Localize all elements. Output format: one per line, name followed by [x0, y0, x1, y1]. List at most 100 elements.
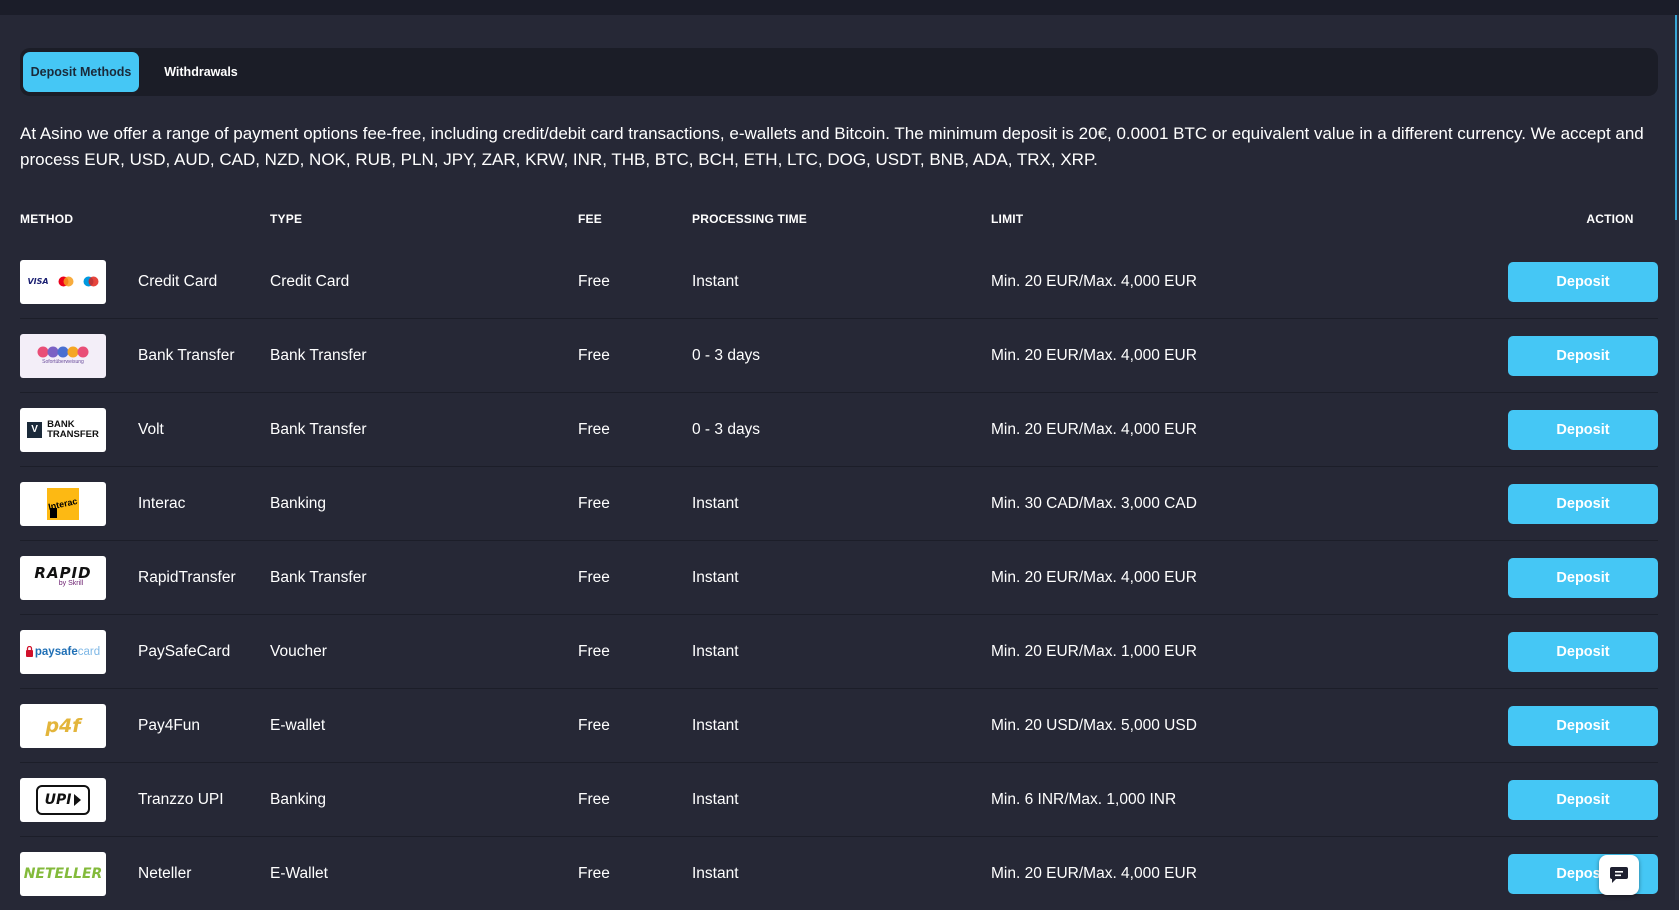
- method-fee: Free: [578, 568, 610, 586]
- volt-mark-icon: V: [27, 421, 43, 438]
- method-name: Credit Card: [138, 272, 218, 290]
- volt-text-line1: BANK: [47, 418, 75, 430]
- method-limit: Min. 6 INR/Max. 1,000 INR: [991, 790, 1177, 808]
- method-fee: Free: [578, 642, 610, 660]
- header-fee: FEE: [578, 212, 602, 226]
- header-limit: LIMIT: [991, 212, 1024, 226]
- deposit-button[interactable]: Deposit: [1508, 705, 1658, 746]
- paysafecard-logo: paysafe card: [20, 629, 106, 674]
- method-processing-time: Instant: [692, 568, 739, 586]
- table-row: VISA Credit Card Credit Card Free Instan…: [20, 245, 1658, 319]
- header-method: METHOD: [20, 212, 74, 226]
- method-name: Bank Transfer: [138, 346, 235, 364]
- upi-text: UPI: [44, 791, 72, 808]
- tab-bar: Deposit Methods Withdrawals: [20, 48, 1658, 96]
- intro-text: At Asino we offer a range of payment opt…: [20, 124, 1644, 169]
- table-row: paysafe card PaySafeCard Voucher Free Ins…: [20, 615, 1658, 689]
- sofort-badges-icon: [37, 346, 89, 358]
- method-limit: Min. 20 EUR/Max. 4,000 EUR: [991, 864, 1197, 882]
- method-name: Volt: [138, 420, 164, 438]
- table-row: p4f Pay4Fun E-wallet Free Instant Min. 2…: [20, 689, 1658, 763]
- deposit-button[interactable]: Deposit: [1508, 335, 1658, 376]
- method-name: PaySafeCard: [138, 642, 231, 660]
- maestro-icon: [83, 276, 99, 287]
- table-row: Sofortüberweisung Bank Transfer Bank Tra…: [20, 319, 1658, 393]
- volt-text-line2: TRANSFER: [47, 428, 99, 440]
- table-row: NETELLER Neteller E-Wallet Free Instant …: [20, 837, 1658, 910]
- method-limit: Min. 30 CAD/Max. 3,000 CAD: [991, 494, 1197, 512]
- paysafe-text: paysafe: [34, 645, 78, 658]
- method-processing-time: Instant: [692, 864, 739, 882]
- method-limit: Min. 20 EUR/Max. 4,000 EUR: [991, 346, 1197, 364]
- tab-deposit-methods[interactable]: Deposit Methods: [23, 52, 139, 92]
- scrollbar-thumb[interactable]: [1675, 15, 1677, 220]
- method-type: Bank Transfer: [270, 346, 367, 364]
- pay4fun-logo: p4f: [20, 703, 106, 748]
- header-action: ACTION: [1586, 212, 1634, 226]
- upi-logo: UPI: [20, 777, 106, 822]
- method-type: Bank Transfer: [270, 420, 367, 438]
- deposit-button[interactable]: Deposit: [1508, 483, 1658, 524]
- table-row: V BANK TRANSFER Volt Bank Transfer Free …: [20, 393, 1658, 467]
- visa-logo-text: VISA: [27, 277, 49, 286]
- deposit-button[interactable]: Deposit: [1508, 261, 1658, 302]
- header-processing-time: PROCESSING TIME: [692, 212, 808, 226]
- method-fee: Free: [578, 346, 610, 364]
- method-name: RapidTransfer: [138, 568, 236, 586]
- neteller-logo: NETELLER: [20, 851, 106, 896]
- method-type: E-wallet: [270, 716, 326, 734]
- method-processing-time: Instant: [692, 642, 739, 660]
- mastercard-icon: [58, 276, 74, 287]
- deposit-button[interactable]: Deposit: [1508, 631, 1658, 672]
- rapid-sub-text: by Skrill: [58, 580, 84, 587]
- method-type: Credit Card: [270, 272, 350, 290]
- payment-methods-table: VISA Credit Card Credit Card Free Instan…: [20, 245, 1658, 910]
- deposit-button[interactable]: Deposit: [1508, 409, 1658, 450]
- table-row: UPI Tranzzo UPI Banking Free Instant Min…: [20, 763, 1658, 837]
- paysafe-lock-icon: [25, 646, 33, 657]
- method-name: Interac: [138, 494, 186, 512]
- method-fee: Free: [578, 864, 610, 882]
- method-type: Banking: [270, 494, 327, 512]
- neteller-text: NETELLER: [23, 865, 103, 882]
- chat-button[interactable]: [1599, 855, 1639, 895]
- table-row: Interac Interac Banking Free Instant Min…: [20, 467, 1658, 541]
- interac-logo: Interac: [20, 481, 106, 526]
- method-limit: Min. 20 EUR/Max. 4,000 EUR: [991, 568, 1197, 586]
- method-limit: Min. 20 EUR/Max. 4,000 EUR: [991, 420, 1197, 438]
- method-name: Tranzzo UPI: [138, 790, 224, 808]
- volt-bank-transfer-logo: V BANK TRANSFER: [20, 407, 106, 452]
- method-type: Bank Transfer: [270, 568, 367, 586]
- rapid-transfer-logo: RAPID by Skrill: [20, 555, 106, 600]
- top-bar: [0, 0, 1679, 15]
- method-name: Neteller: [138, 864, 192, 882]
- method-fee: Free: [578, 272, 610, 290]
- method-processing-time: 0 - 3 days: [692, 346, 761, 364]
- method-limit: Min. 20 EUR/Max. 4,000 EUR: [991, 272, 1197, 290]
- method-processing-time: Instant: [692, 716, 739, 734]
- deposit-button[interactable]: Deposit: [1508, 557, 1658, 598]
- rapid-text: RAPID: [34, 564, 92, 582]
- method-processing-time: Instant: [692, 272, 739, 290]
- method-limit: Min. 20 EUR/Max. 1,000 EUR: [991, 642, 1197, 660]
- scrollbar[interactable]: [1675, 15, 1679, 900]
- table-row: RAPID by Skrill RapidTransfer Bank Trans…: [20, 541, 1658, 615]
- method-type: Voucher: [270, 642, 327, 660]
- method-fee: Free: [578, 716, 610, 734]
- method-type: E-Wallet: [270, 864, 328, 882]
- paysafe-card-text: card: [77, 645, 101, 658]
- method-fee: Free: [578, 494, 610, 512]
- method-fee: Free: [578, 420, 610, 438]
- tab-withdrawals[interactable]: Withdrawals: [145, 52, 257, 92]
- method-limit: Min. 20 USD/Max. 5,000 USD: [991, 716, 1197, 734]
- deposit-button[interactable]: Deposit: [1508, 779, 1658, 820]
- method-processing-time: Instant: [692, 790, 739, 808]
- method-type: Banking: [270, 790, 327, 808]
- pay4fun-text: p4f: [45, 714, 81, 737]
- sofort-logo: Sofortüberweisung: [20, 333, 106, 378]
- visa-mastercard-maestro-logo: VISA: [20, 259, 106, 304]
- sofort-caption: Sofortüberweisung: [42, 359, 84, 365]
- method-processing-time: Instant: [692, 494, 739, 512]
- chat-bubble-icon: [1610, 867, 1628, 883]
- header-type: TYPE: [270, 212, 303, 226]
